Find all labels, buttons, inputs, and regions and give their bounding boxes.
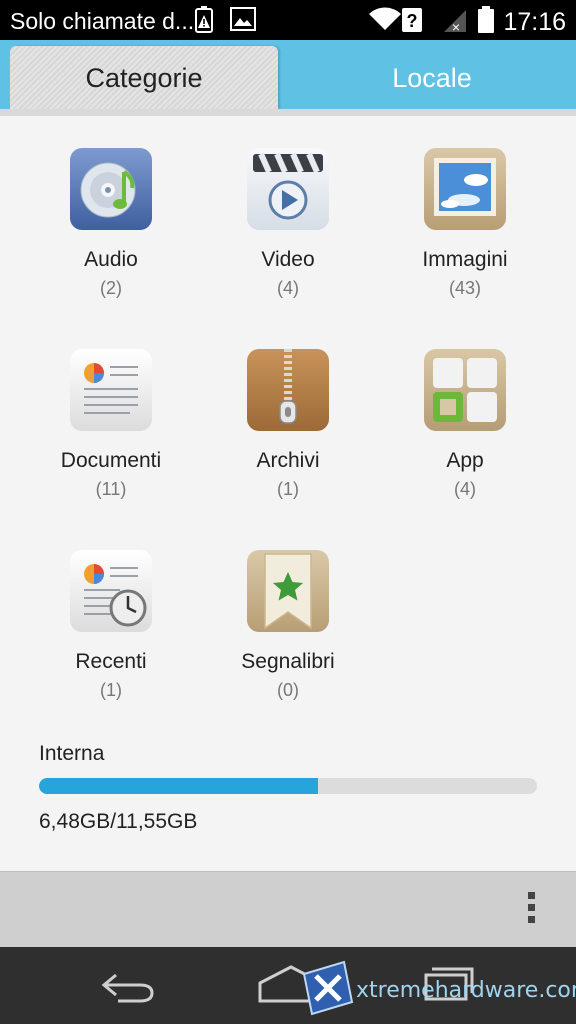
audio-cd-icon — [70, 148, 152, 230]
category-count: (1) — [277, 479, 299, 499]
category-label: Segnalibri — [241, 650, 335, 673]
category-label: Video — [261, 248, 315, 271]
bookmark-star-icon — [247, 550, 329, 632]
app-grid-icon — [424, 349, 506, 431]
category-count: (0) — [277, 680, 299, 700]
clock: 17:16 — [503, 8, 566, 36]
category-count: (2) — [100, 278, 122, 298]
category-label: Documenti — [60, 449, 162, 472]
overflow-menu-icon[interactable] — [528, 892, 536, 928]
zip-archive-icon — [247, 349, 329, 431]
storage-usage-fill — [39, 778, 319, 794]
image-notification-icon — [230, 6, 256, 38]
category-immagini[interactable]: Immagini (43) — [370, 140, 560, 299]
tab-categorie[interactable]: Categorie — [10, 46, 278, 110]
storage-usage-text: 6,48GB/11,55GB — [39, 810, 198, 833]
category-count: (43) — [448, 278, 481, 298]
category-label: Recenti — [75, 650, 147, 673]
tab-locale[interactable]: Locale — [288, 46, 576, 110]
notification-text: Solo chiamate d... — [10, 8, 195, 34]
category-recenti[interactable]: Recenti (1) — [16, 542, 206, 701]
category-label: Immagini — [422, 248, 508, 271]
category-archivi[interactable]: Archivi (1) — [193, 341, 383, 500]
svg-text:×: × — [452, 19, 460, 34]
category-app[interactable]: App (4) — [370, 341, 560, 500]
wifi-icon — [368, 6, 402, 38]
document-icon — [70, 349, 152, 431]
tab-divider — [0, 109, 576, 116]
category-audio[interactable]: Audio (2) — [16, 140, 206, 299]
image-frame-icon — [424, 148, 506, 230]
category-count: (4) — [277, 278, 299, 298]
tab-bar: Categorie Locale — [0, 40, 576, 116]
svg-text:?: ? — [407, 11, 418, 31]
storage-usage-bar — [39, 778, 537, 794]
storage-title: Interna — [39, 742, 105, 765]
signal-no-sim-icon: × — [442, 6, 468, 40]
video-clapper-icon — [247, 148, 329, 230]
category-count: (11) — [95, 479, 127, 499]
battery-icon — [476, 6, 496, 40]
unknown-network-icon: ? — [402, 6, 422, 40]
category-label: Archivi — [256, 449, 320, 472]
back-button[interactable] — [98, 965, 158, 1014]
category-video[interactable]: Video (4) — [193, 140, 383, 299]
watermark-logo-icon — [296, 958, 356, 1023]
bottom-action-bar — [0, 871, 576, 948]
category-label: App — [446, 449, 484, 472]
back-arrow-icon — [101, 973, 154, 1003]
category-count: (1) — [100, 680, 122, 700]
recent-clock-icon — [70, 550, 152, 632]
category-count: (4) — [454, 479, 476, 499]
watermark-text: xtremehardware.com — [356, 978, 576, 1003]
category-documenti[interactable]: Documenti (11) — [16, 341, 206, 500]
category-label: Audio — [84, 248, 138, 271]
status-bar: Solo chiamate d... ? × 17:16 — [0, 0, 576, 40]
battery-warning-icon — [192, 6, 218, 40]
category-segnalibri[interactable]: Segnalibri (0) — [193, 542, 383, 701]
